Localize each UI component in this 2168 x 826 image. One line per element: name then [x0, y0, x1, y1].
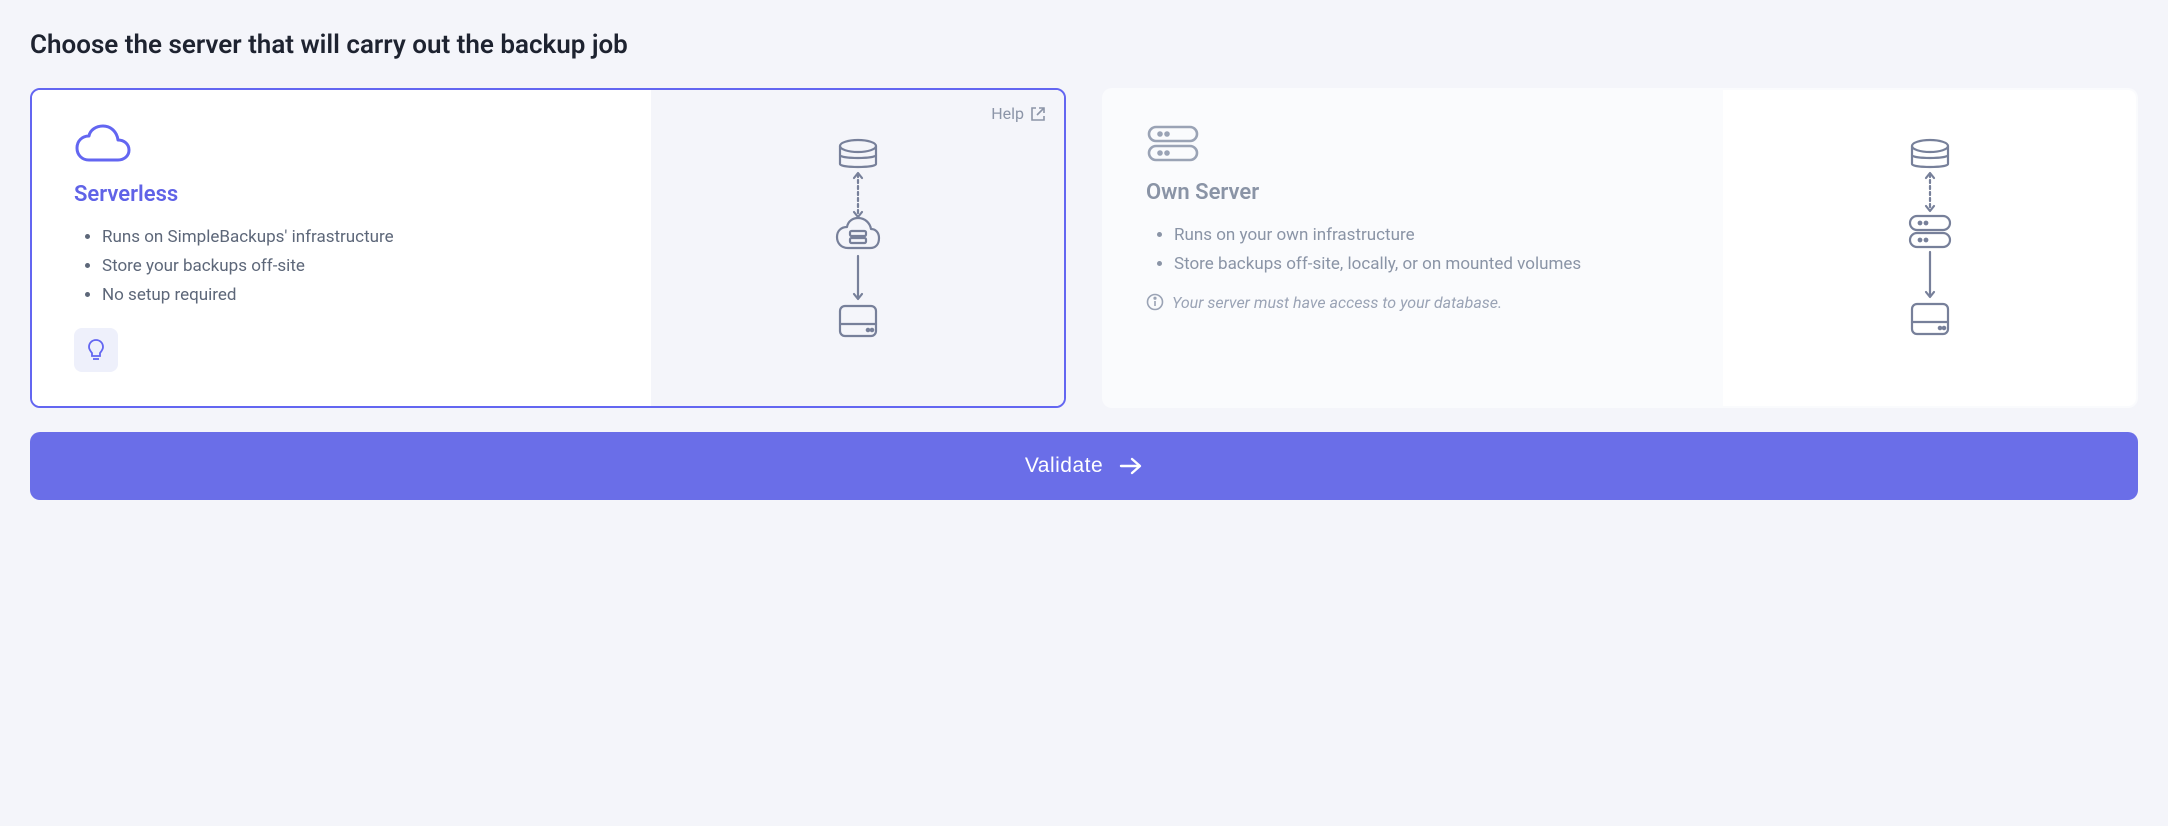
external-link-icon	[1030, 106, 1046, 122]
server-icon	[1146, 124, 1693, 168]
own-server-diagram	[1900, 138, 1960, 358]
validate-button[interactable]: Validate	[30, 432, 2138, 500]
help-label: Help	[991, 104, 1024, 123]
serverless-diagram	[828, 138, 888, 358]
own-server-note: Your server must have access to your dat…	[1146, 293, 1693, 312]
help-link[interactable]: Help	[991, 104, 1046, 123]
serverless-diagram-panel: Help	[651, 90, 1064, 406]
list-item: Runs on SimpleBackups' infrastructure	[102, 223, 621, 252]
list-item: Store your backups off-site	[102, 252, 621, 281]
serverless-content: Serverless Runs on SimpleBackups' infras…	[32, 90, 651, 406]
own-server-title: Own Server	[1146, 180, 1693, 205]
note-text: Your server must have access to your dat…	[1172, 293, 1502, 312]
serverless-title: Serverless	[74, 182, 621, 207]
option-serverless[interactable]: Serverless Runs on SimpleBackups' infras…	[30, 88, 1066, 408]
list-item: No setup required	[102, 281, 621, 310]
option-cards: Serverless Runs on SimpleBackups' infras…	[30, 88, 2138, 408]
info-icon	[1146, 293, 1164, 311]
option-own-server[interactable]: Own Server Runs on your own infrastructu…	[1102, 88, 2138, 408]
list-item: Store backups off-site, locally, or on m…	[1174, 250, 1693, 279]
page-heading: Choose the server that will carry out th…	[30, 30, 2138, 60]
validate-label: Validate	[1025, 454, 1103, 478]
own-server-features: Runs on your own infrastructure Store ba…	[1146, 221, 1693, 279]
own-server-diagram-panel	[1723, 90, 2136, 406]
arrow-right-icon	[1119, 457, 1143, 475]
own-server-content: Own Server Runs on your own infrastructu…	[1104, 90, 1723, 406]
cloud-icon	[74, 124, 621, 170]
serverless-features: Runs on SimpleBackups' infrastructure St…	[74, 223, 621, 310]
lightbulb-icon[interactable]	[74, 328, 118, 372]
list-item: Runs on your own infrastructure	[1174, 221, 1693, 250]
